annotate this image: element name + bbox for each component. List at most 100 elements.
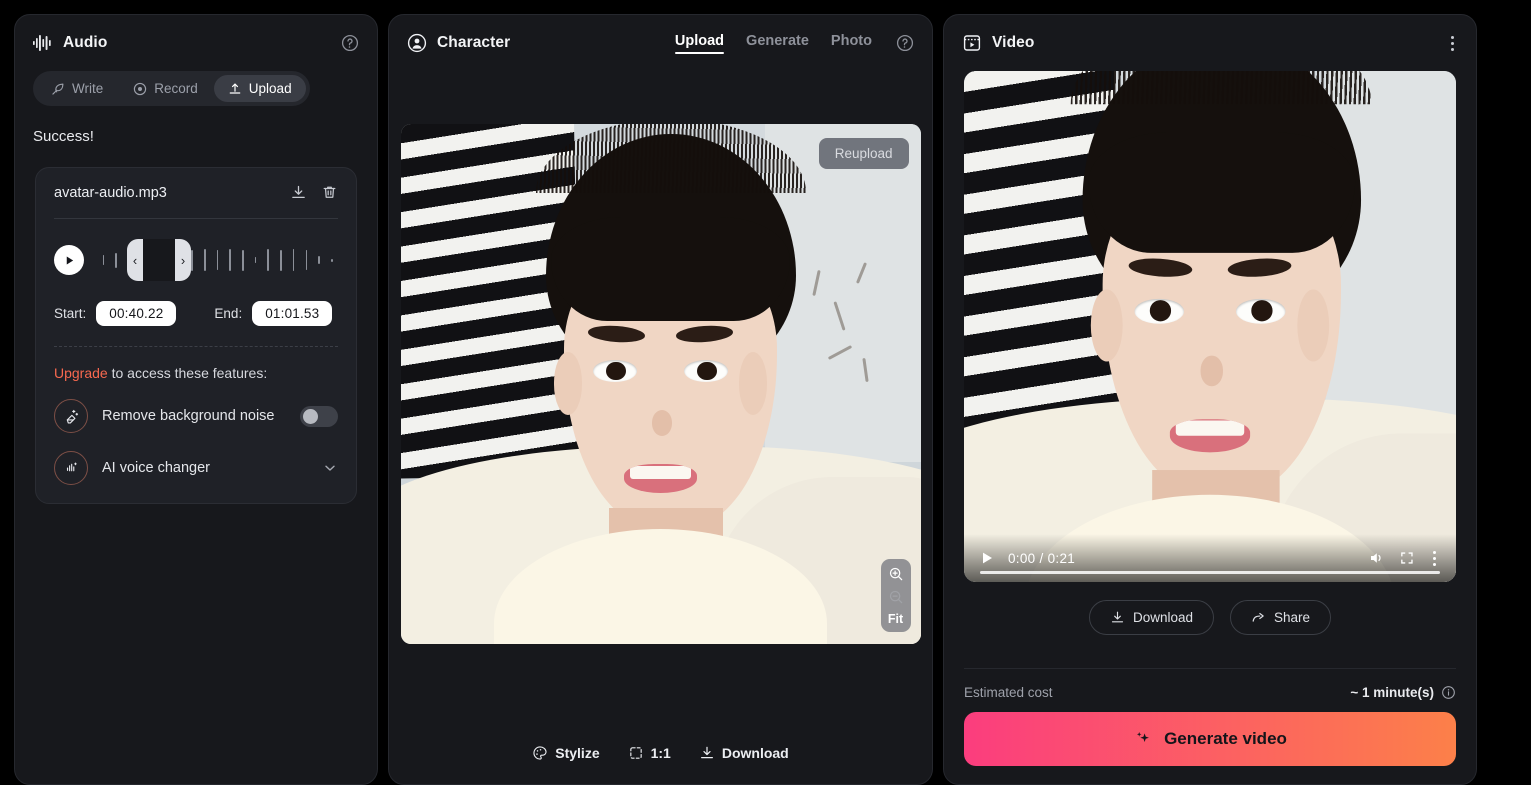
download-icon <box>699 745 715 761</box>
waveform-tick <box>97 255 110 265</box>
zoom-out-icon[interactable] <box>888 589 904 605</box>
feature-remove-background-noise[interactable]: Remove background noise <box>54 399 338 433</box>
reupload-button[interactable]: Reupload <box>818 137 909 169</box>
video-panel-title: Video <box>992 34 1035 51</box>
feather-pen-icon <box>51 82 65 96</box>
help-circle-icon[interactable] <box>896 34 914 52</box>
audio-status-message: Success! <box>33 128 94 145</box>
video-player[interactable]: 0:00 / 0:21 <box>964 71 1456 582</box>
waveform-tick <box>325 258 338 262</box>
download-icon[interactable] <box>290 184 307 201</box>
info-circle-icon[interactable] <box>1441 685 1456 700</box>
audio-file-row: avatar-audio.mp3 <box>54 184 338 201</box>
audio-play-button[interactable] <box>54 245 84 275</box>
audio-mode-record[interactable]: Record <box>119 75 212 102</box>
waveform-tick <box>249 257 262 263</box>
divider <box>54 218 338 219</box>
generate-video-button[interactable]: Generate video <box>964 712 1456 766</box>
video-share-label: Share <box>1274 610 1311 625</box>
character-download-button[interactable]: Download <box>699 745 789 761</box>
audio-trim-selection[interactable]: ‹ › <box>127 239 191 281</box>
audio-mode-switcher-wrap: Write Record Upload <box>15 71 377 106</box>
tab-generate[interactable]: Generate <box>746 33 809 54</box>
audio-wave-icon <box>33 35 53 51</box>
play-icon <box>64 255 75 266</box>
waveform-tick <box>300 250 313 270</box>
audio-waveform[interactable]: ‹ › <box>97 237 338 283</box>
character-image-frame[interactable]: Reupload Fit <box>400 123 921 644</box>
magic-eraser-icon <box>54 399 88 433</box>
feature-ai-voice-changer[interactable]: AI voice changer <box>54 451 338 485</box>
sparkle-icon <box>1133 729 1153 749</box>
palette-icon <box>532 745 548 761</box>
estimated-cost-row: Estimated cost ~ 1 minute(s) <box>964 668 1456 712</box>
video-footer: Estimated cost ~ 1 minute(s) Generate vi… <box>944 668 1476 784</box>
video-progress-bar[interactable] <box>980 570 1440 574</box>
background-scribbles <box>806 248 900 425</box>
tab-photo[interactable]: Photo <box>831 33 872 54</box>
character-panel-header: Character Upload Generate Photo <box>389 15 932 71</box>
audio-mode-write[interactable]: Write <box>37 75 117 102</box>
audio-mode-switcher[interactable]: Write Record Upload <box>33 71 310 106</box>
video-download-button[interactable]: Download <box>1088 600 1214 635</box>
aspect-ratio-icon <box>628 745 644 761</box>
audio-mode-write-label: Write <box>72 81 104 96</box>
trim-handle-right[interactable]: › <box>175 239 191 281</box>
fullscreen-icon[interactable] <box>1399 550 1415 566</box>
audio-panel: Audio Write Record Upload Success! avata… <box>14 14 378 785</box>
record-dot-icon <box>133 82 147 96</box>
waveform-tick <box>211 250 224 270</box>
kebab-menu-icon[interactable] <box>1447 32 1458 55</box>
download-icon <box>1110 610 1125 625</box>
remove-background-noise-toggle[interactable] <box>300 405 338 427</box>
audio-panel-header: Audio <box>15 15 377 71</box>
character-preview-area: Reupload Fit <box>389 71 932 722</box>
video-time-display: 0:00 / 0:21 <box>1008 550 1076 566</box>
share-arrow-icon <box>1251 610 1266 625</box>
video-player-wrap: 0:00 / 0:21 Download Share <box>944 71 1476 635</box>
waveform-tick <box>110 252 123 268</box>
video-panel-header: Video <box>944 15 1476 71</box>
trim-end-label: End: <box>214 306 243 321</box>
waveform-tick <box>262 249 275 271</box>
stylize-button[interactable]: Stylize <box>532 745 600 761</box>
upload-arrow-icon <box>228 82 242 96</box>
help-circle-icon[interactable] <box>341 34 359 52</box>
trim-start-label: Start: <box>54 306 87 321</box>
trim-selection-fill <box>143 239 175 281</box>
aspect-ratio-label: 1:1 <box>650 745 671 761</box>
audio-file-card: avatar-audio.mp3 ‹ › Start: 00:40.22 End… <box>35 167 357 504</box>
video-share-button[interactable]: Share <box>1230 600 1332 635</box>
character-panel-title: Character <box>437 34 511 51</box>
audio-file-name: avatar-audio.mp3 <box>54 184 167 201</box>
zoom-in-icon[interactable] <box>888 566 904 582</box>
waveform-tick <box>313 256 326 264</box>
trash-icon[interactable] <box>321 184 338 201</box>
audio-mode-record-label: Record <box>154 81 198 96</box>
trim-handle-left[interactable]: ‹ <box>127 239 143 281</box>
upgrade-notice-text: to access these features: <box>107 365 268 381</box>
trim-start-value[interactable]: 00:40.22 <box>96 301 177 326</box>
feature-label: Remove background noise <box>102 408 275 424</box>
audio-mode-upload[interactable]: Upload <box>213 75 306 102</box>
video-more-icon[interactable] <box>1429 547 1440 570</box>
upgrade-link[interactable]: Upgrade <box>54 365 108 381</box>
user-circle-icon <box>407 33 427 53</box>
volume-icon[interactable] <box>1367 549 1385 567</box>
video-action-buttons: Download Share <box>964 582 1456 635</box>
zoom-controls: Fit <box>880 558 911 632</box>
tab-upload[interactable]: Upload <box>674 33 725 54</box>
waveform-tick <box>287 249 300 271</box>
zoom-fit-button[interactable]: Fit <box>888 612 903 626</box>
trim-end-value[interactable]: 01:01.53 <box>252 301 333 326</box>
app-root: Audio Write Record Upload Success! avata… <box>0 0 1531 785</box>
video-play-icon[interactable] <box>980 551 994 565</box>
feature-label: AI voice changer <box>102 460 211 476</box>
estimated-cost-label: Estimated cost <box>964 685 1053 700</box>
video-download-label: Download <box>1132 610 1193 625</box>
waveform-tick <box>224 249 237 271</box>
generate-video-label: Generate video <box>1164 729 1287 748</box>
aspect-ratio-button[interactable]: 1:1 <box>628 745 671 761</box>
chevron-down-icon[interactable] <box>322 460 338 476</box>
waveform-tick <box>237 249 250 271</box>
